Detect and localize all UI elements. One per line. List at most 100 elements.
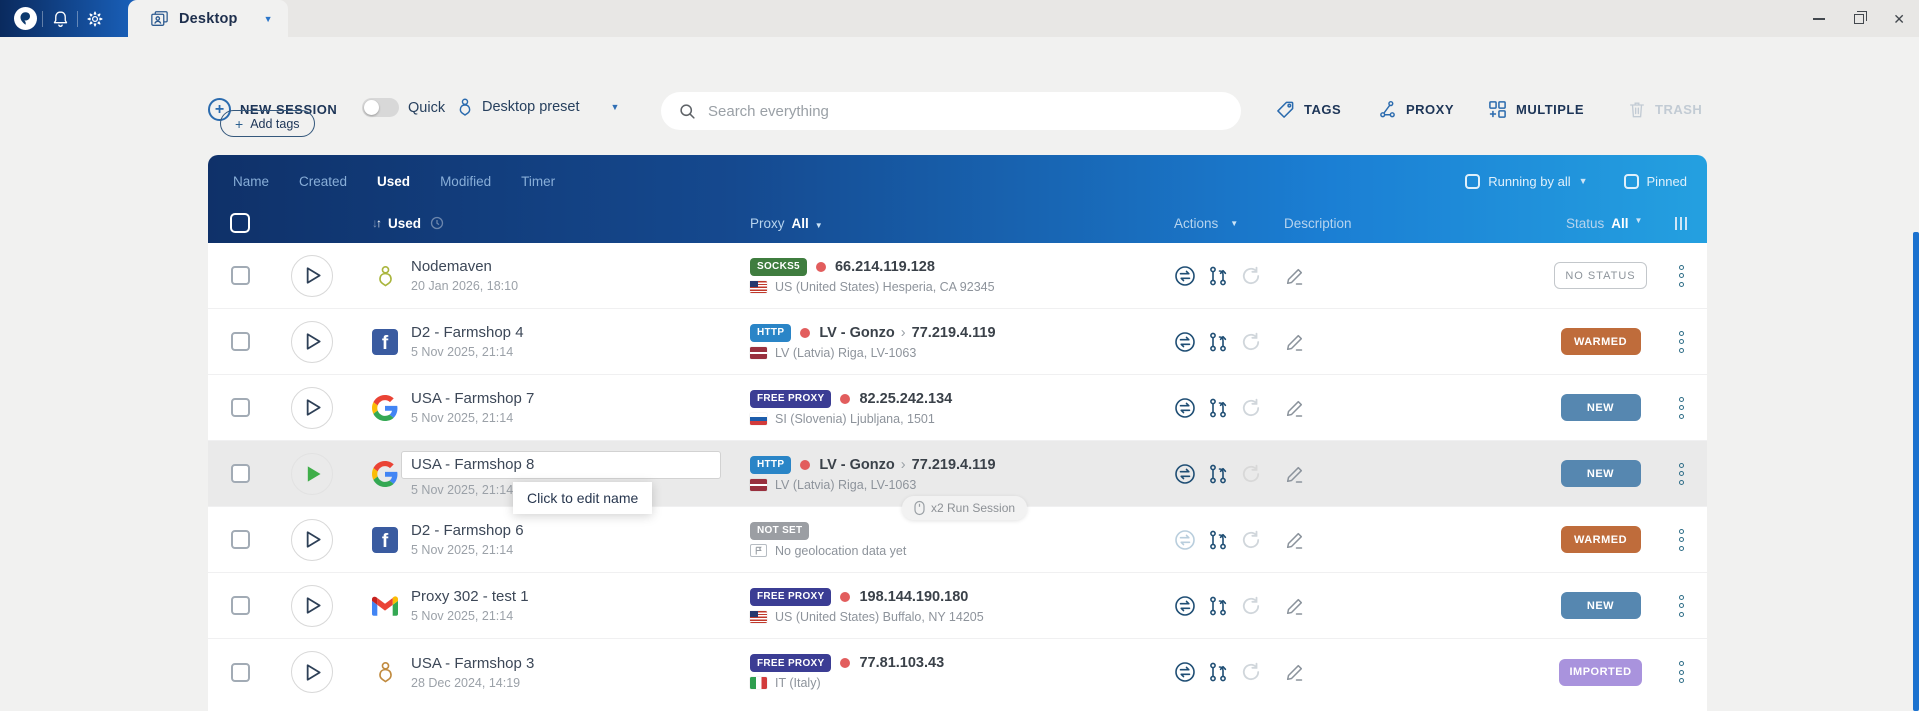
profile-name[interactable]: D2 - Farmshop 4 — [411, 324, 524, 341]
change-proxy-icon[interactable] — [1208, 331, 1228, 353]
profile-name[interactable]: USA - Farmshop 7 — [411, 390, 534, 407]
columns-settings-icon[interactable] — [1675, 217, 1687, 230]
profile-name[interactable]: Nodemaven — [411, 258, 518, 275]
chevron-down-icon[interactable]: ▼ — [815, 221, 823, 230]
minimize-button[interactable] — [1813, 18, 1825, 20]
sort-icon[interactable]: ↓↑ — [372, 216, 380, 230]
refresh-icon[interactable] — [1240, 331, 1262, 353]
row-menu-icon[interactable] — [1675, 327, 1688, 357]
chevron-down-icon[interactable]: ▼ — [611, 102, 620, 112]
multiple-button[interactable]: MULTIPLE — [1488, 100, 1584, 119]
edit-description-icon[interactable] — [1284, 265, 1546, 287]
pinned-filter[interactable]: Pinned — [1624, 174, 1687, 189]
refresh-icon[interactable] — [1240, 463, 1262, 485]
row-menu-icon[interactable] — [1675, 525, 1688, 555]
maximize-button[interactable] — [1854, 14, 1864, 24]
profile-name[interactable]: Proxy 302 - test 1 — [411, 588, 529, 605]
refresh-icon[interactable] — [1240, 661, 1262, 683]
search-input[interactable] — [708, 103, 1223, 120]
add-tags-button[interactable]: + Add tags — [220, 110, 315, 137]
row-menu-icon[interactable] — [1675, 459, 1688, 489]
row-checkbox[interactable] — [231, 398, 250, 417]
tab-desktop[interactable]: Desktop ▼ — [128, 0, 288, 37]
change-proxy-icon[interactable] — [1208, 661, 1228, 683]
notifications-button[interactable] — [43, 0, 77, 37]
row-checkbox[interactable] — [231, 266, 250, 285]
profile-name[interactable]: USA - Farmshop 3 — [411, 655, 534, 672]
chevron-down-icon[interactable]: ▼ — [264, 14, 273, 24]
transfer-icon[interactable] — [1174, 397, 1196, 419]
running-by-all-filter[interactable]: Running by all ▼ — [1465, 174, 1587, 189]
trash-button[interactable]: TRASH — [1628, 100, 1702, 119]
column-actions[interactable]: Actions▼ — [1172, 216, 1262, 231]
tab-created[interactable]: Created — [299, 174, 347, 189]
tags-button[interactable]: TAGS — [1276, 100, 1341, 119]
row-menu-icon[interactable] — [1675, 657, 1688, 687]
edit-description-icon[interactable] — [1284, 529, 1546, 551]
play-button[interactable] — [291, 585, 333, 627]
edit-description-icon[interactable] — [1284, 595, 1546, 617]
status-badge[interactable]: NO STATUS — [1554, 262, 1646, 289]
transfer-icon[interactable] — [1174, 661, 1196, 683]
change-proxy-icon[interactable] — [1208, 595, 1228, 617]
status-badge[interactable]: WARMED — [1561, 526, 1641, 553]
row-menu-icon[interactable] — [1675, 591, 1688, 621]
proxy-button[interactable]: PROXY — [1378, 100, 1454, 119]
toggle-switch[interactable] — [362, 98, 399, 117]
edit-description-icon[interactable] — [1284, 397, 1546, 419]
preset-selector[interactable]: Desktop preset ▼ — [457, 97, 619, 117]
scrollbar-thumb[interactable] — [1913, 232, 1919, 711]
row-checkbox[interactable] — [231, 332, 250, 351]
column-proxy[interactable]: ProxyAll▼ — [748, 216, 1172, 231]
checkbox[interactable] — [1465, 174, 1480, 189]
transfer-icon[interactable] — [1174, 265, 1196, 287]
column-status[interactable]: StatusAll▼ — [1546, 216, 1655, 231]
refresh-icon[interactable] — [1240, 397, 1262, 419]
refresh-icon[interactable] — [1240, 529, 1262, 551]
tab-timer[interactable]: Timer — [521, 174, 555, 189]
search-bar[interactable] — [661, 92, 1241, 130]
chevron-down-icon[interactable]: ▼ — [1579, 176, 1588, 186]
chevron-down-icon[interactable]: ▼ — [1635, 216, 1643, 231]
change-proxy-icon[interactable] — [1208, 397, 1228, 419]
transfer-icon[interactable] — [1174, 331, 1196, 353]
row-checkbox[interactable] — [231, 464, 250, 483]
play-button[interactable] — [291, 321, 333, 363]
status-badge[interactable]: NEW — [1561, 592, 1641, 619]
refresh-icon[interactable] — [1240, 265, 1262, 287]
tab-name[interactable]: Name — [233, 174, 269, 189]
row-checkbox[interactable] — [231, 663, 250, 682]
edit-description-icon[interactable] — [1284, 463, 1546, 485]
select-all-checkbox[interactable] — [230, 213, 250, 233]
close-button[interactable]: ✕ — [1893, 12, 1905, 26]
change-proxy-icon[interactable] — [1208, 463, 1228, 485]
change-proxy-icon[interactable] — [1208, 265, 1228, 287]
row-menu-icon[interactable] — [1675, 393, 1688, 423]
change-proxy-icon[interactable] — [1208, 529, 1228, 551]
app-logo[interactable] — [8, 0, 42, 37]
tab-used[interactable]: Used — [377, 174, 410, 189]
play-button[interactable] — [291, 387, 333, 429]
play-button[interactable] — [291, 651, 333, 693]
edit-description-icon[interactable] — [1284, 661, 1546, 683]
play-button-active[interactable] — [291, 453, 333, 495]
refresh-icon[interactable] — [1240, 595, 1262, 617]
chevron-down-icon[interactable]: ▼ — [1230, 219, 1238, 228]
row-checkbox[interactable] — [231, 596, 250, 615]
status-badge[interactable]: NEW — [1561, 460, 1641, 487]
transfer-icon[interactable] — [1174, 595, 1196, 617]
status-badge[interactable]: IMPORTED — [1559, 659, 1641, 686]
status-badge[interactable]: NEW — [1561, 394, 1641, 421]
transfer-icon[interactable] — [1174, 529, 1196, 551]
status-badge[interactable]: WARMED — [1561, 328, 1641, 355]
profile-name[interactable]: D2 - Farmshop 6 — [411, 522, 524, 539]
play-button[interactable] — [291, 519, 333, 561]
transfer-icon[interactable] — [1174, 463, 1196, 485]
quick-toggle[interactable]: Quick — [362, 98, 445, 117]
edit-description-icon[interactable] — [1284, 331, 1546, 353]
row-menu-icon[interactable] — [1675, 261, 1688, 291]
tab-modified[interactable]: Modified — [440, 174, 491, 189]
play-button[interactable] — [291, 255, 333, 297]
checkbox[interactable] — [1624, 174, 1639, 189]
settings-button[interactable] — [78, 0, 112, 37]
